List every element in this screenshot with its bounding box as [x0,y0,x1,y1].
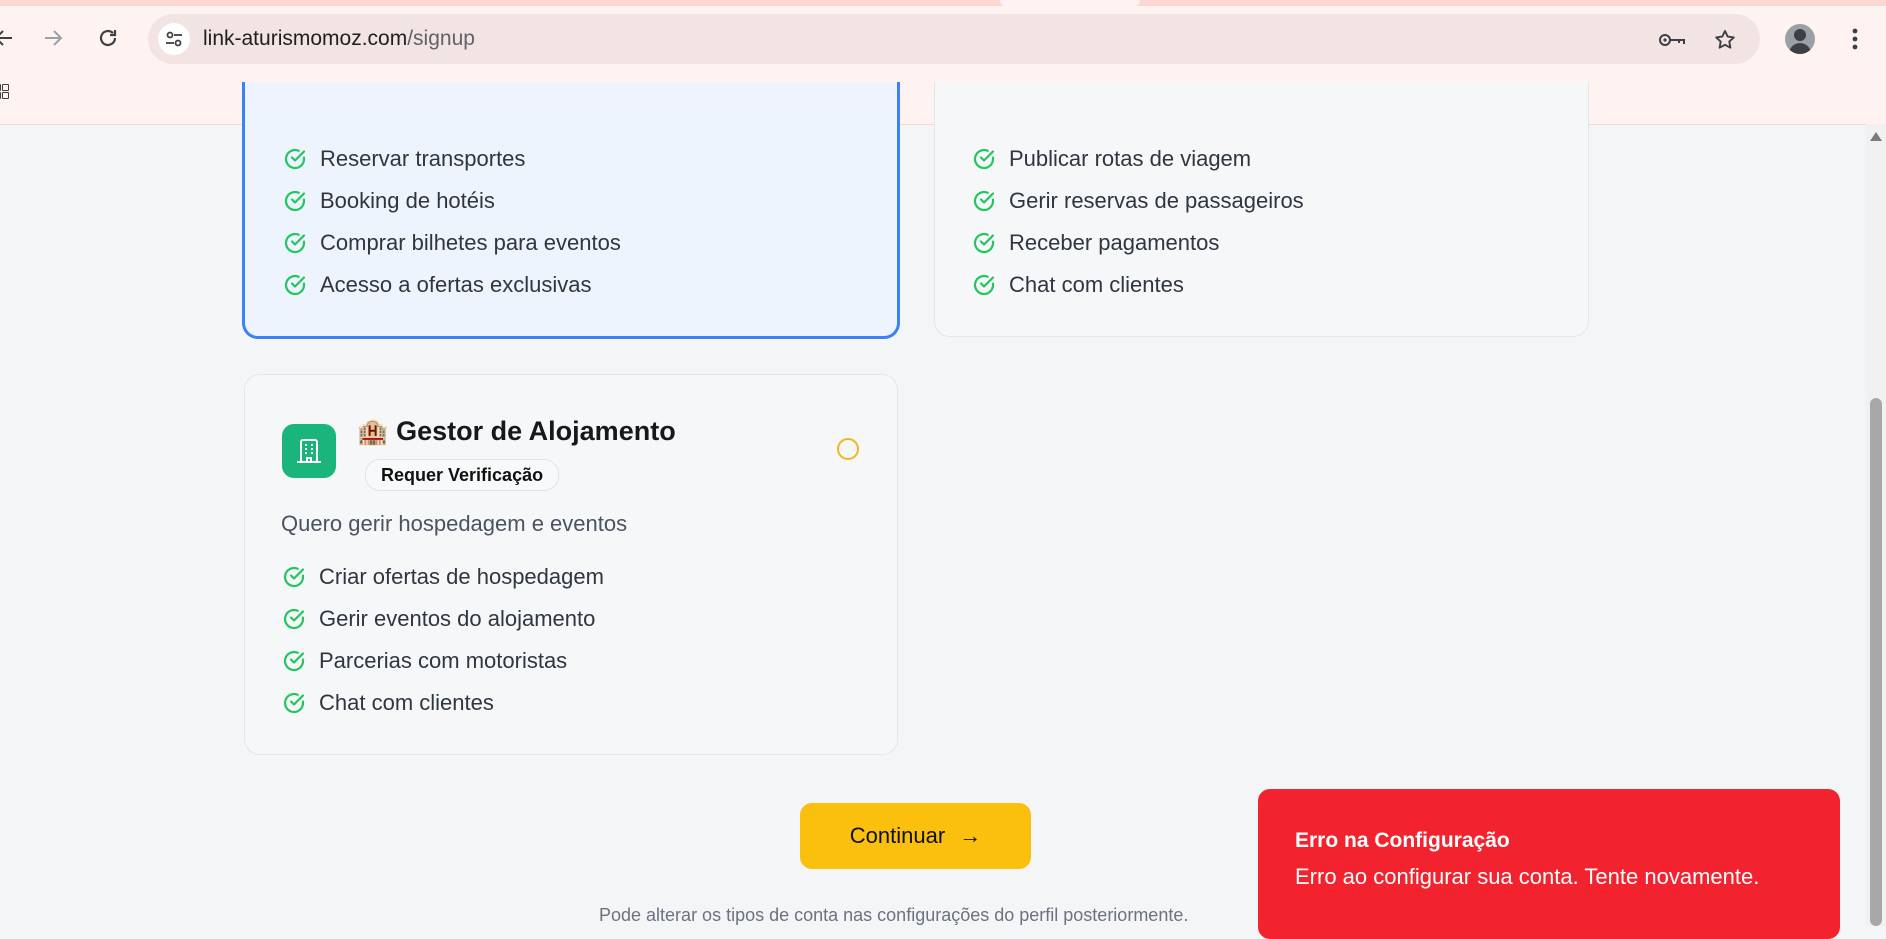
check-circle-icon [284,232,306,254]
feature-item: Chat com clientes [281,682,604,724]
feature-item: Reservar transportes [282,138,621,180]
url-host: link-aturismomoz.com [203,27,408,50]
check-circle-icon [283,608,305,630]
feature-label: Reservar transportes [320,146,526,171]
check-circle-icon [284,274,306,296]
feature-label: Criar ofertas de hospedagem [319,564,604,589]
verification-badge: Requer Verificação [365,459,560,491]
feature-item: Acesso a ofertas exclusivas [282,264,621,306]
check-circle-icon [973,190,995,212]
feature-label: Acesso a ofertas exclusivas [320,272,592,297]
url-text[interactable]: link-aturismomoz.com/signup [203,27,475,51]
host-card-title-text: Gestor de Alojamento [396,416,676,446]
check-circle-icon [284,148,306,170]
feature-item: Gerir reservas de passageiros [971,180,1304,222]
profile-avatar[interactable] [1785,24,1815,54]
building-icon [282,424,336,478]
check-circle-icon [973,274,995,296]
apps-grid-icon[interactable] [0,84,9,99]
feature-label: Chat com clientes [319,690,494,715]
tune-icon[interactable] [158,23,190,55]
check-circle-icon [283,650,305,672]
check-circle-icon [973,148,995,170]
feature-label: Parcerias com motoristas [319,648,568,673]
account-type-footnote: Pode alterar os tipos de conta nas confi… [599,905,1189,925]
check-circle-icon [283,692,305,714]
traveler-feature-list: Reservar transportes Booking de hotéis Com… [282,138,621,306]
feature-label: Receber pagamentos [1009,230,1220,255]
feature-item: Gerir eventos do alojamento [281,598,604,640]
host-feature-list: Criar ofertas de hospedagem Gerir eventos… [281,556,604,724]
check-circle-icon [284,190,306,212]
feature-item: Receber pagamentos [971,222,1304,264]
feature-item: Parcerias com motoristas [281,640,604,682]
check-circle-icon [283,566,305,588]
feature-item: Chat com clientes [971,264,1304,306]
feature-label: Publicar rotas de viagem [1009,146,1252,171]
feature-item: Booking de hotéis [282,180,621,222]
address-bar[interactable]: link-aturismomoz.com/signup [148,14,1760,64]
back-arrow-icon[interactable] [0,20,22,56]
error-toast[interactable]: Erro na Configuração Erro ao configurar … [1258,789,1840,939]
feature-label: Booking de hotéis [320,188,495,213]
hotel-emoji-icon: 🏨 [357,418,389,446]
scrollbar-thumb[interactable] [1870,398,1882,926]
key-icon[interactable] [1658,26,1686,54]
continue-button-label: Continuar [849,823,946,848]
host-account-card[interactable]: 🏨 Gestor de Alojamento Requer Verificação… [244,374,898,755]
forward-arrow-icon[interactable] [35,20,71,56]
feature-item: Comprar bilhetes para eventos [282,222,621,264]
driver-feature-list: Publicar rotas de viagem Gerir reservas d… [971,138,1304,306]
continue-button[interactable]: Continuar → [800,803,1031,869]
scroll-up-arrow-icon[interactable] [1870,132,1882,141]
feature-label: Comprar bilhetes para eventos [320,230,621,255]
feature-item: Criar ofertas de hospedagem [281,556,604,598]
driver-account-card[interactable]: Publicar rotas de viagem Gerir reservas d… [934,82,1589,337]
toast-title: Erro na Configuração [1295,829,1510,852]
host-card-title: 🏨 Gestor de Alojamento [357,416,676,447]
toast-message: Erro ao configurar sua conta. Tente nova… [1295,864,1760,889]
kebab-menu-icon[interactable] [1840,22,1870,56]
reload-icon[interactable] [90,20,126,56]
check-circle-icon [973,232,995,254]
feature-label: Gerir eventos do alojamento [319,606,596,631]
host-select-radio[interactable] [837,438,859,460]
url-path: /signup [407,27,475,50]
host-card-description: Quero gerir hospedagem e eventos [281,511,628,536]
arrow-right-icon: → [959,823,982,848]
tab-strip [0,0,1886,6]
feature-item: Publicar rotas de viagem [971,138,1304,180]
active-tab[interactable] [1000,0,1140,6]
star-icon[interactable] [1711,26,1739,54]
feature-label: Chat com clientes [1009,272,1184,297]
traveler-account-card[interactable]: Reservar transportes Booking de hotéis Com… [242,82,900,339]
feature-label: Gerir reservas de passageiros [1009,188,1304,213]
